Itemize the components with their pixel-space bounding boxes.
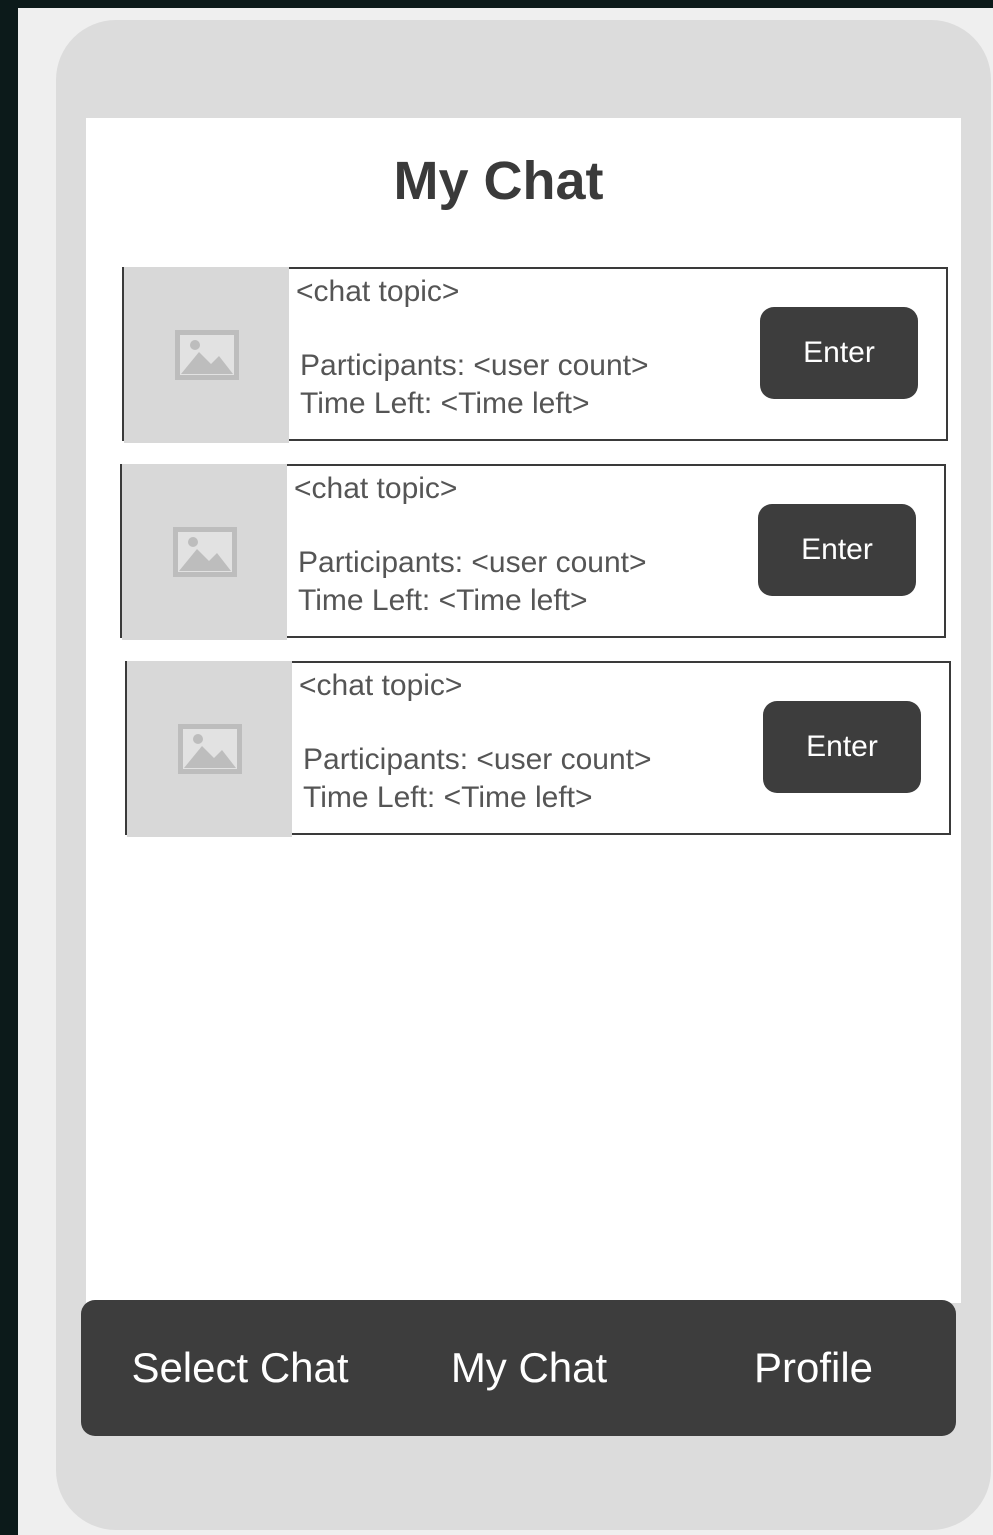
nav-my-chat[interactable]: My Chat: [399, 1300, 659, 1436]
chat-participants: Participants: <user count>: [303, 743, 652, 776]
image-placeholder-icon: [177, 724, 242, 774]
chat-card: <chat topic> Participants: <user count> …: [120, 464, 946, 640]
chat-topic: <chat topic>: [299, 669, 463, 702]
chat-participants: Participants: <user count>: [300, 349, 649, 382]
nav-profile[interactable]: Profile: [671, 1300, 956, 1436]
chat-thumbnail: [122, 464, 287, 640]
image-placeholder-icon: [174, 330, 239, 380]
enter-button[interactable]: Enter: [758, 504, 916, 596]
chat-topic: <chat topic>: [294, 472, 458, 505]
page-title: My Chat: [393, 151, 604, 211]
chat-participants: Participants: <user count>: [298, 546, 647, 579]
chat-time-left: Time Left: <Time left>: [300, 387, 590, 420]
enter-button[interactable]: Enter: [760, 307, 918, 399]
chat-thumbnail: [127, 661, 292, 837]
chat-card: <chat topic> Participants: <user count> …: [125, 661, 951, 837]
chat-time-left: Time Left: <Time left>: [303, 781, 593, 814]
enter-button[interactable]: Enter: [763, 701, 921, 793]
chat-topic: <chat topic>: [296, 275, 460, 308]
image-placeholder-icon: [172, 527, 237, 577]
chat-card: <chat topic> Participants: <user count> …: [122, 267, 948, 443]
nav-select-chat[interactable]: Select Chat: [81, 1300, 399, 1436]
chat-time-left: Time Left: <Time left>: [298, 584, 588, 617]
bottom-navigation: Select Chat My Chat Profile: [81, 1300, 956, 1436]
chat-thumbnail: [124, 267, 289, 443]
